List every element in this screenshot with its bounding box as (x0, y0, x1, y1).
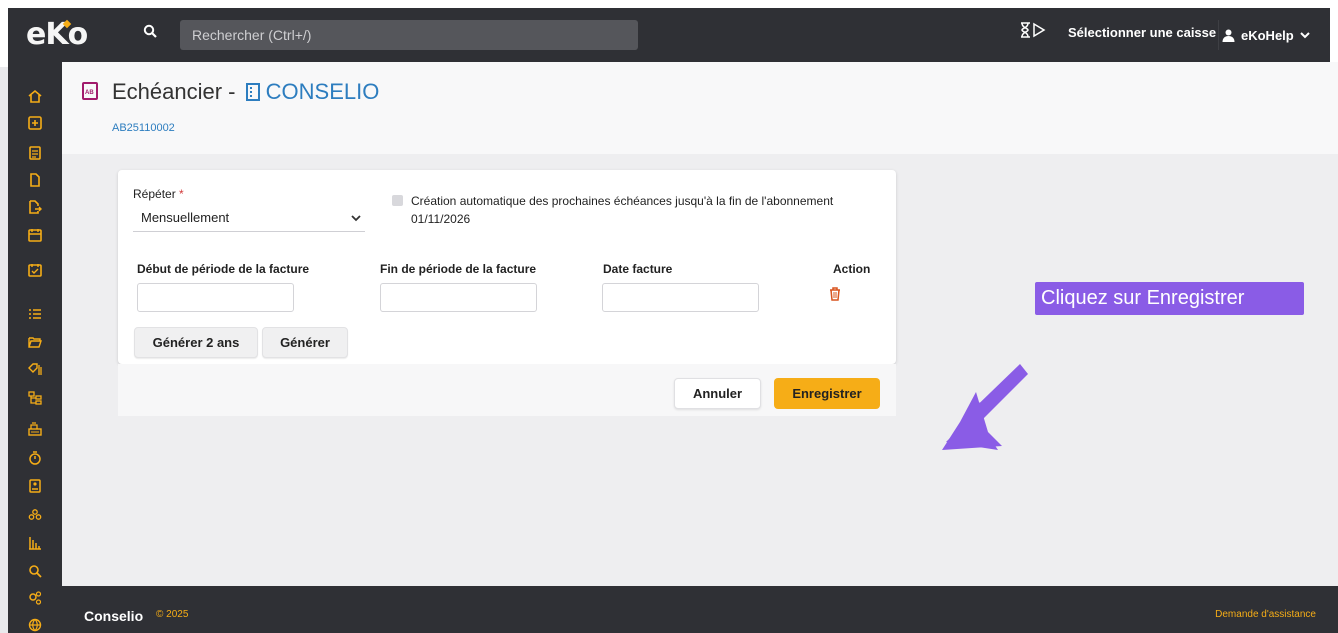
page-title-prefix: Echéancier - (112, 79, 236, 104)
file-export-icon[interactable] (8, 196, 62, 218)
user-icon (1222, 29, 1235, 42)
user-menu[interactable]: eKoHelp (1222, 22, 1310, 48)
trash-icon[interactable] (829, 287, 843, 303)
top-bar: eKo Sélectionner une caisse eKoHelp (0, 0, 1338, 67)
settings-icon[interactable] (8, 587, 62, 609)
save-button[interactable]: Enregistrer (774, 378, 880, 409)
company-link[interactable]: CONSELIO (266, 79, 380, 104)
chevron-down-icon (351, 206, 361, 240)
home-icon[interactable] (8, 85, 62, 107)
list-doc-icon[interactable] (8, 142, 62, 164)
footer-brand: Conselio (84, 608, 144, 624)
generate-2-years-button[interactable]: Générer 2 ans (134, 327, 258, 358)
footer-copyright: © 2025 (156, 609, 189, 620)
calendar-icon[interactable] (8, 224, 62, 246)
column-header-end: Fin de période de la facture (380, 262, 537, 276)
search-icon[interactable] (134, 21, 166, 47)
page-header: AB Echéancier - CONSELIO AB25110002 (62, 62, 1338, 154)
top-bar-inner: eKo Sélectionner une caisse eKoHelp (8, 8, 1330, 62)
column-header-date: Date facture (603, 262, 673, 276)
bar-chart-icon[interactable] (8, 532, 62, 554)
stopwatch-icon[interactable] (8, 447, 62, 469)
search-icon[interactable] (8, 560, 62, 582)
column-header-action: Action (833, 262, 871, 276)
page-title: Echéancier - CONSELIO (112, 79, 379, 105)
hourglass-play-icon[interactable] (1020, 22, 1046, 42)
annotation-callout: Cliquez sur Enregistrer (1035, 282, 1304, 315)
sidebar (8, 62, 62, 633)
repeat-select-value: Mensuellement (141, 210, 230, 225)
divider (1218, 20, 1219, 50)
folder-open-icon[interactable] (8, 331, 62, 353)
globe-icon[interactable] (8, 614, 62, 633)
select-caisse-button[interactable]: Sélectionner une caisse (1068, 25, 1216, 40)
search-input[interactable] (180, 20, 638, 50)
add-box-icon[interactable] (8, 112, 62, 134)
file-icon[interactable] (8, 169, 62, 191)
calendar-check-icon[interactable] (8, 259, 62, 281)
column-header-start: Début de période de la facture (137, 262, 310, 276)
hierarchy-icon[interactable] (8, 387, 62, 409)
users-group-icon[interactable] (8, 504, 62, 526)
contact-card-icon[interactable] (8, 475, 62, 497)
assistance-link[interactable]: Demande d'assistance (1215, 609, 1316, 620)
period-start-input[interactable] (137, 283, 294, 312)
auto-create-label: Création automatique des prochaines éché… (411, 192, 881, 228)
generate-button[interactable]: Générer (262, 327, 348, 358)
eko-logo[interactable]: eKo (26, 17, 88, 52)
schedule-form-card: Répéter * Mensuellement Création automat… (118, 170, 896, 364)
cash-register-icon[interactable] (8, 418, 62, 440)
user-name: eKoHelp (1241, 27, 1294, 43)
auto-create-date: 01/11/2026 (411, 212, 471, 226)
period-end-input[interactable] (380, 283, 537, 312)
page-footer: Conselio © 2025 Demande d'assistance (62, 586, 1338, 633)
building-icon (245, 83, 260, 101)
reference-link[interactable]: AB25110002 (112, 122, 175, 134)
checklist-icon[interactable] (8, 303, 62, 325)
cancel-button[interactable]: Annuler (674, 378, 761, 409)
annotation-arrow-icon (942, 364, 1028, 450)
main-content: AB Echéancier - CONSELIO AB25110002 Répé… (62, 62, 1338, 586)
invoice-date-input[interactable] (602, 283, 759, 312)
auto-create-checkbox[interactable] (392, 195, 403, 206)
repeat-label: Répéter * (133, 187, 184, 201)
invoice-doc-icon: AB (82, 82, 98, 100)
chevron-down-icon (1300, 32, 1310, 39)
tags-icon[interactable] (8, 359, 62, 381)
repeat-select[interactable]: Mensuellement (133, 206, 365, 232)
